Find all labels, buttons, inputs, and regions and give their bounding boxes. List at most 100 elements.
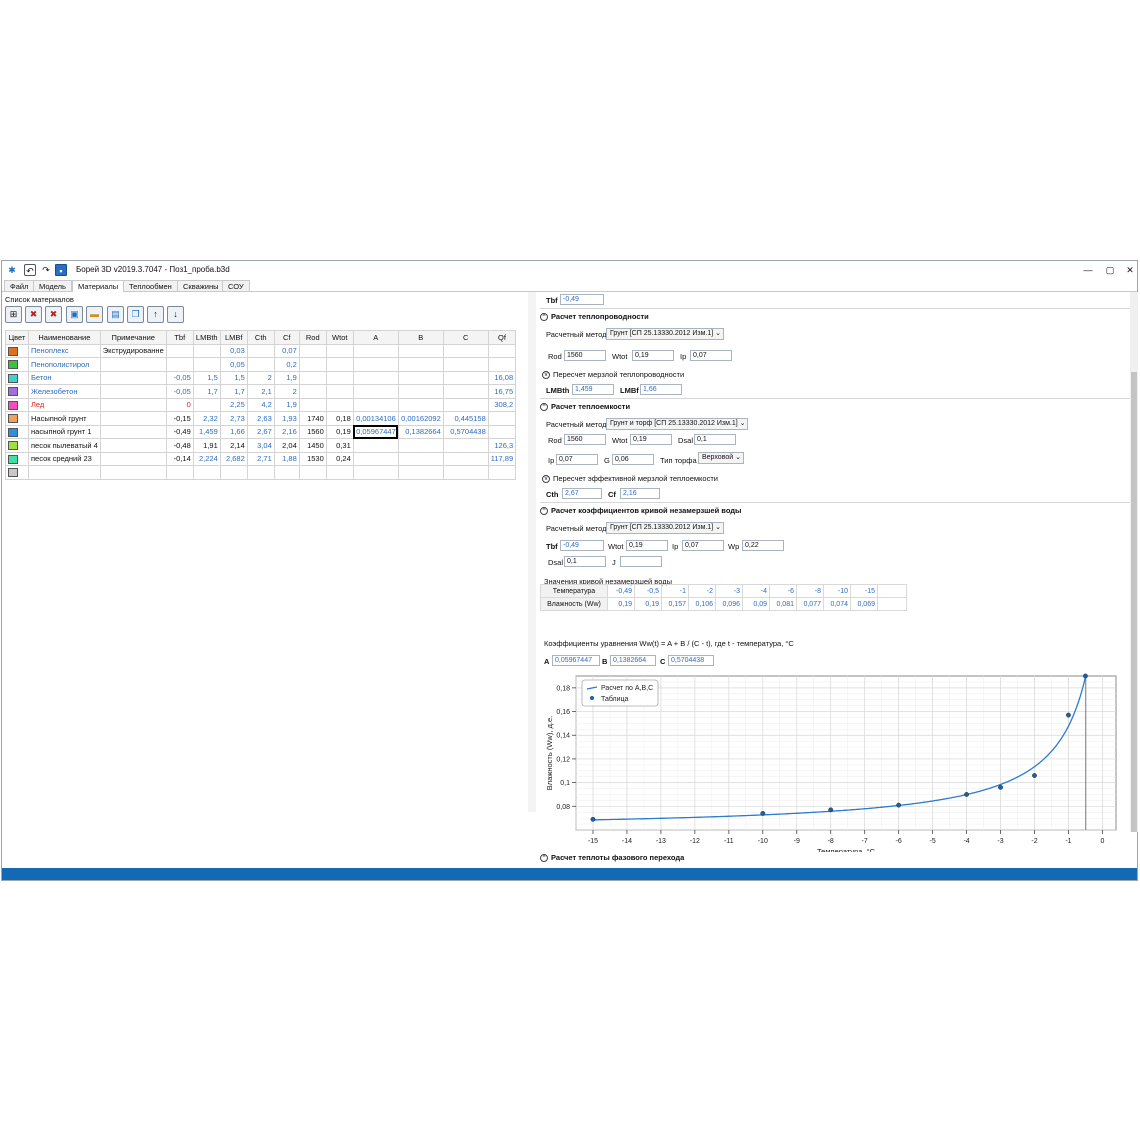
cth-cell[interactable]: 2,71 — [246, 451, 275, 466]
col-c[interactable]: C — [442, 330, 489, 345]
rod-cell[interactable] — [298, 397, 327, 412]
phase-header[interactable]: ^ Расчет теплоты фазового перехода — [540, 853, 684, 862]
c-cell[interactable]: 0,5704438 — [442, 424, 489, 439]
color-swatch[interactable] — [8, 400, 18, 410]
qf-cell[interactable] — [487, 465, 517, 480]
color-cell[interactable] — [5, 357, 29, 372]
coef-a-field[interactable]: 0,05967447 — [552, 655, 600, 666]
name-cell[interactable]: Пеноплекс — [28, 343, 101, 358]
moisture-cell[interactable]: 0,19 — [607, 597, 635, 611]
qf-cell[interactable] — [487, 357, 517, 372]
cth-cell[interactable]: 3,04 — [246, 438, 275, 453]
color-swatch[interactable] — [8, 414, 18, 423]
c-cell[interactable]: 0,445158 — [442, 411, 489, 426]
temperature-cell[interactable]: -4 — [742, 584, 770, 598]
c-cell[interactable] — [442, 343, 489, 358]
note-cell[interactable] — [99, 451, 167, 466]
tab-heat-exchange[interactable]: Теплообмен — [123, 280, 178, 291]
color-cell[interactable] — [5, 424, 29, 439]
materials-vertical-scrollbar[interactable] — [528, 292, 536, 812]
table-row[interactable]: Бетон -0,05 1,5 1,5 2 1,9 16,08 — [5, 370, 517, 385]
a-cell[interactable] — [352, 384, 399, 399]
tbf-cell[interactable]: -0,14 — [165, 451, 194, 466]
cf-cell[interactable]: 2,04 — [273, 438, 300, 453]
save-material-icon[interactable]: ▣ — [66, 306, 83, 323]
cth-cell[interactable]: 2,1 — [246, 384, 275, 399]
cf-cell[interactable] — [273, 465, 300, 480]
temperature-cell[interactable]: -1 — [661, 584, 689, 598]
lmbf-cell[interactable]: 1,5 — [219, 370, 248, 385]
lmbf-cell[interactable]: 1,7 — [219, 384, 248, 399]
c-cell[interactable] — [442, 384, 489, 399]
col-lmbth[interactable]: LMBth — [192, 330, 221, 345]
tbf-cell[interactable]: 0 — [165, 397, 194, 412]
cf-cell[interactable]: 0,07 — [273, 343, 300, 358]
unf-dsal-field[interactable]: 0,1 — [564, 556, 606, 567]
moisture-cell[interactable]: 0,077 — [796, 597, 824, 611]
moisture-cell[interactable]: 0,081 — [769, 597, 797, 611]
col-a[interactable]: A — [352, 330, 399, 345]
cf-cell[interactable]: 1,88 — [273, 451, 300, 466]
cf-cell[interactable]: 0,2 — [273, 357, 300, 372]
wtot-cell[interactable]: 0,18 — [325, 411, 354, 426]
color-swatch[interactable] — [8, 346, 18, 356]
cap-ip-field[interactable]: 0,07 — [556, 454, 598, 465]
close-button[interactable]: ✕ — [1120, 263, 1140, 277]
c-cell[interactable] — [442, 465, 489, 480]
color-cell[interactable] — [5, 343, 29, 358]
table-row[interactable]: Лед 0 2,25 4,2 1,9 308,2 — [5, 397, 517, 412]
col-note[interactable]: Примечание — [99, 330, 167, 345]
moisture-cell[interactable]: 0,19 — [634, 597, 662, 611]
note-cell[interactable] — [99, 411, 167, 426]
color-swatch[interactable] — [8, 373, 18, 383]
tbf-cell[interactable] — [165, 343, 194, 358]
cond-recalc-toggle[interactable]: v Пересчет мерзлой теплопроводности — [542, 370, 684, 380]
color-cell[interactable] — [5, 465, 29, 480]
c-cell[interactable] — [442, 397, 489, 412]
a-cell[interactable]: 0,00134106 — [352, 411, 399, 426]
tab-file[interactable]: Файл — [4, 280, 35, 291]
color-swatch[interactable] — [8, 427, 18, 437]
wtot-cell[interactable] — [325, 370, 354, 385]
delete-material-icon[interactable]: ✖ — [25, 306, 42, 323]
qf-cell[interactable]: 117,89 — [487, 451, 517, 466]
b-cell[interactable] — [397, 397, 444, 412]
coef-b-field[interactable]: 0,1382664 — [610, 655, 656, 666]
tbf-cell[interactable]: -0,48 — [165, 438, 194, 453]
temperature-cell[interactable]: -10 — [823, 584, 851, 598]
lmbth-cell[interactable]: 1,5 — [192, 370, 221, 385]
temperature-cell[interactable]: -15 — [850, 584, 878, 598]
temperature-cell[interactable]: -0,49 — [607, 584, 635, 598]
a-cell[interactable] — [352, 357, 399, 372]
b-cell[interactable] — [397, 465, 444, 480]
tab-sou[interactable]: СОУ — [222, 280, 250, 291]
tbf-cell[interactable] — [165, 357, 194, 372]
col-tbf[interactable]: Tbf — [165, 330, 194, 345]
a-cell[interactable]: 0,05967447 — [352, 424, 399, 439]
name-cell[interactable]: Пенополистирол — [28, 357, 101, 372]
scrollbar-thumb[interactable] — [1131, 372, 1137, 832]
table-row[interactable]: Пенополистирол 0,05 0,2 — [5, 357, 517, 372]
wtot-cell[interactable] — [325, 465, 354, 480]
color-cell[interactable] — [5, 451, 29, 466]
b-cell[interactable] — [397, 438, 444, 453]
lmbth-cell[interactable]: 1,7 — [192, 384, 221, 399]
note-cell[interactable] — [99, 370, 167, 385]
unf-wtot-field[interactable]: 0,19 — [626, 540, 668, 551]
cf-cell[interactable]: 2 — [273, 384, 300, 399]
redo-icon[interactable]: ↷ — [40, 264, 52, 276]
table-row[interactable]: Насыпной грунт -0,15 2,32 2,73 2,63 1,93 1740 0… — [5, 411, 517, 426]
name-cell[interactable]: Железобетон — [28, 384, 101, 399]
tbf-cell[interactable]: -0,15 — [165, 411, 194, 426]
lmbf-field[interactable]: 1,66 — [640, 384, 682, 395]
rod-cell[interactable] — [298, 465, 327, 480]
moisture-cell[interactable]: 0,106 — [688, 597, 716, 611]
col-rod[interactable]: Rod — [298, 330, 327, 345]
note-cell[interactable]: Экструдированне — [99, 343, 167, 358]
temperature-cell[interactable]: -6 — [769, 584, 797, 598]
capacity-header[interactable]: ^ Расчет теплоемкости — [540, 402, 630, 414]
tab-materials[interactable]: Материалы — [72, 280, 125, 292]
rod-cell[interactable]: 1740 — [298, 411, 327, 426]
a-cell[interactable] — [352, 438, 399, 453]
cth-cell[interactable]: 2,67 — [246, 424, 275, 439]
